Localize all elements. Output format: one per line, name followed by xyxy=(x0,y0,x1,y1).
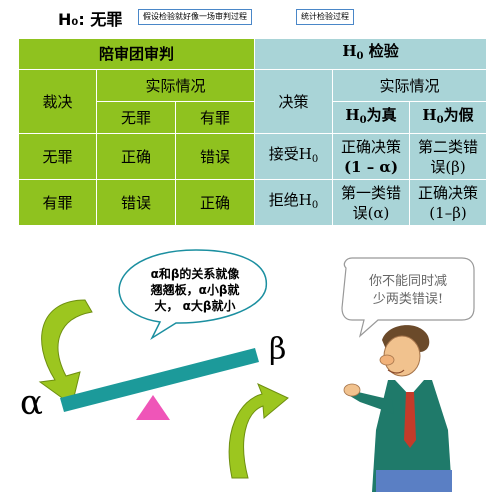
seesaw-illustration xyxy=(38,249,475,492)
left-bubble-text: α和β的关系就像 翘翘板，α小β就 大， α大β就小 xyxy=(130,266,260,314)
right-bubble-line: 少两类错误! xyxy=(372,292,444,307)
right-curved-arrow xyxy=(228,383,289,479)
seesaw-fulcrum xyxy=(136,395,170,420)
left-bubble-line: 翘翘板，α小β就 xyxy=(150,283,240,297)
right-bubble-line: 你不能同时减 xyxy=(368,274,447,289)
right-bubble-text: 你不能同时减 少两类错误! xyxy=(352,273,464,309)
left-bubble-line: 大， α大β就小 xyxy=(154,299,236,313)
alpha-label: α xyxy=(20,383,43,423)
beta-label: β xyxy=(269,332,287,367)
left-curved-arrow xyxy=(38,299,93,406)
left-bubble-line: α和β的关系就像 xyxy=(150,267,240,281)
cartoon-man xyxy=(343,325,452,492)
seesaw-board xyxy=(60,348,259,412)
